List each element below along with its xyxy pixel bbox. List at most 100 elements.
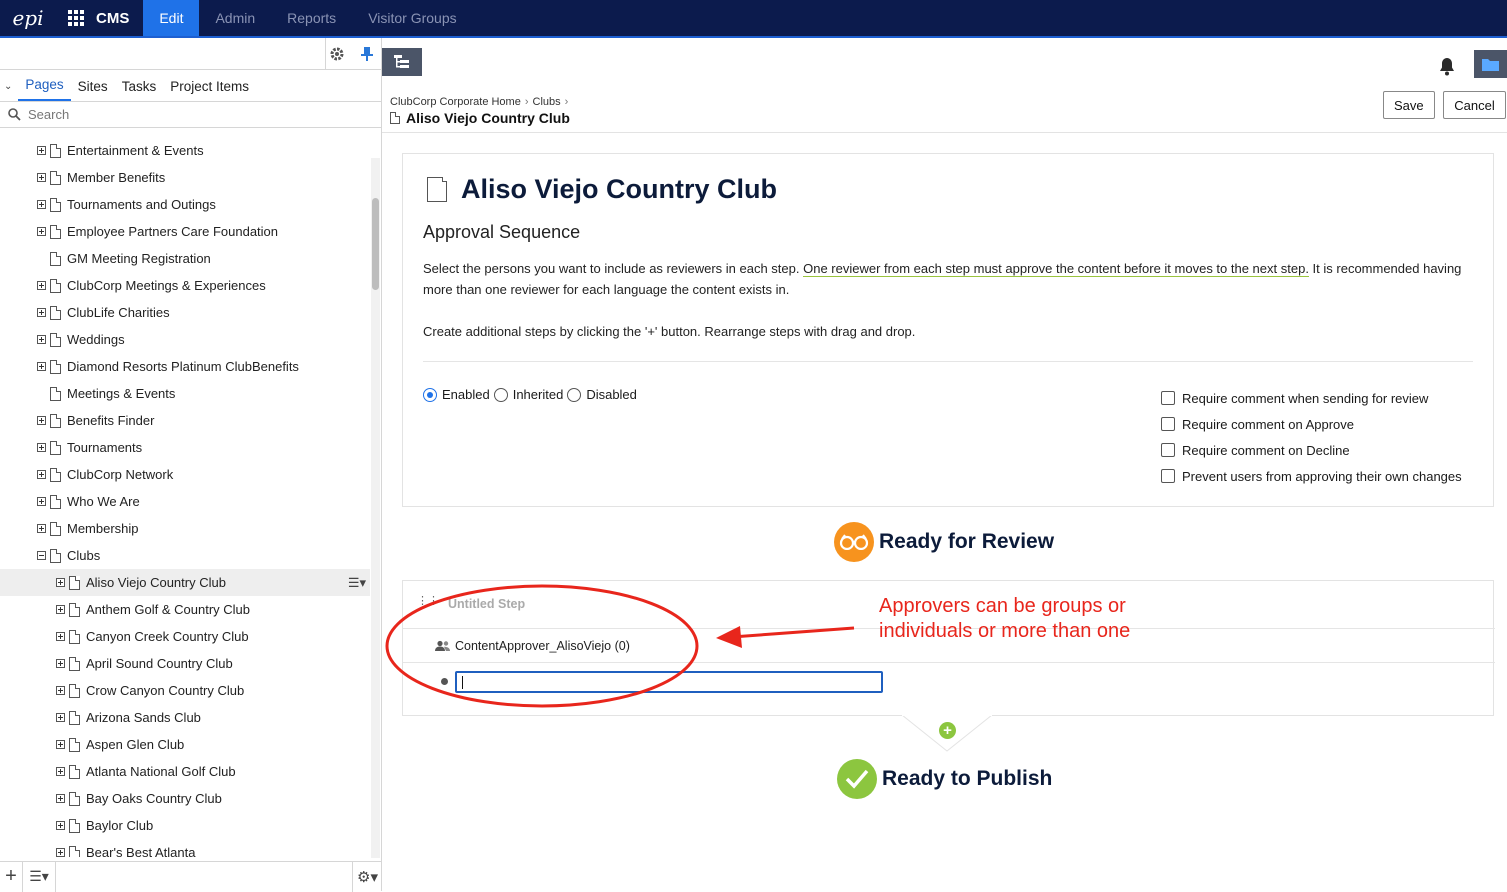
expand-icon[interactable] — [56, 632, 65, 641]
radio-enabled-label: Enabled — [442, 387, 490, 402]
nav-tab-admin[interactable]: Admin — [199, 0, 271, 36]
expand-icon[interactable] — [56, 767, 65, 776]
tree-node[interactable]: Entertainment & Events — [37, 137, 204, 164]
tree-node[interactable]: GM Meeting Registration — [37, 245, 211, 272]
add-step-plus-icon[interactable]: + — [939, 722, 956, 739]
checkbox-comment-decline[interactable] — [1161, 443, 1175, 457]
tree-node-label: Diamond Resorts Platinum ClubBenefits — [67, 359, 299, 374]
tree-node[interactable]: Baylor Club — [56, 812, 153, 839]
expand-icon[interactable] — [37, 227, 46, 236]
bell-icon[interactable] — [1437, 56, 1457, 79]
tree-node[interactable]: Benefits Finder — [37, 407, 154, 434]
tree-node[interactable]: Bay Oaks Country Club — [56, 785, 222, 812]
page-icon — [50, 494, 61, 509]
tree-node[interactable]: April Sound Country Club — [56, 650, 233, 677]
tree-node[interactable]: Tournaments and Outings — [37, 191, 216, 218]
tree-node[interactable]: ClubLife Charities — [37, 299, 170, 326]
tree-node[interactable]: Employee Partners Care Foundation — [37, 218, 278, 245]
search-box[interactable]: Search — [0, 102, 381, 128]
assets-pane-toggle-button[interactable] — [1474, 50, 1507, 78]
expand-icon[interactable] — [37, 200, 46, 209]
tree-node[interactable]: Member Benefits — [37, 164, 165, 191]
tree-node[interactable]: Arizona Sands Club — [56, 704, 201, 731]
radio-enabled[interactable] — [423, 387, 437, 402]
approval-sequence-card: Aliso Viejo Country Club Approval Sequen… — [402, 153, 1494, 507]
tab-sites[interactable]: Sites — [71, 79, 115, 101]
checkbox-comment-review[interactable] — [1161, 391, 1175, 405]
search-input[interactable]: Search — [28, 107, 69, 122]
tree-node[interactable]: Tournaments — [37, 434, 142, 461]
breadcrumb-item-clubs[interactable]: Clubs — [533, 96, 561, 108]
nav-tab-edit[interactable]: Edit — [143, 0, 200, 36]
page-tree: Entertainment & Events Member Benefits Tou… — [0, 137, 370, 857]
tree-scrollbar[interactable] — [371, 158, 380, 858]
add-icon[interactable]: + — [0, 865, 22, 888]
expand-icon[interactable] — [37, 416, 46, 425]
expand-icon[interactable] — [37, 146, 46, 155]
page-icon — [50, 440, 61, 455]
checkmark-icon — [837, 759, 877, 799]
comment-options: Require comment when sending for review … — [1161, 385, 1462, 489]
expand-icon[interactable] — [37, 443, 46, 452]
tree-view-toggle-button[interactable] — [382, 48, 422, 76]
expand-icon[interactable] — [37, 308, 46, 317]
nav-tab-visitor-groups[interactable]: Visitor Groups — [352, 0, 472, 36]
tree-node[interactable]: ClubCorp Meetings & Experiences — [37, 272, 266, 299]
tab-tasks[interactable]: Tasks — [115, 79, 164, 101]
epi-logo[interactable]: epi — [0, 0, 56, 36]
expand-icon[interactable] — [56, 578, 65, 587]
checkbox-comment-approve[interactable] — [1161, 417, 1175, 431]
settings-gear-icon[interactable]: ⚙▾ — [352, 861, 382, 892]
tree-node[interactable]: Diamond Resorts Platinum ClubBenefits — [37, 353, 299, 380]
ready-to-publish-label: Ready to Publish — [882, 767, 1053, 790]
tree-node[interactable]: Crow Canyon Country Club — [56, 677, 244, 704]
cancel-button[interactable]: Cancel — [1443, 91, 1506, 119]
expand-icon[interactable] — [56, 713, 65, 722]
pane-toolbar — [0, 38, 381, 70]
collapse-chevron-icon[interactable]: ⌄ — [4, 81, 12, 92]
expand-icon[interactable] — [37, 173, 46, 182]
expand-icon[interactable] — [56, 659, 65, 668]
expand-icon[interactable] — [37, 362, 46, 371]
expand-icon[interactable] — [37, 335, 46, 344]
tree-node[interactable]: Who We Are — [37, 488, 140, 515]
tree-node[interactable]: Bear's Best Atlanta — [56, 839, 195, 857]
tree-node[interactable]: Weddings — [37, 326, 125, 353]
checkbox-prevent-self-approve[interactable] — [1161, 469, 1175, 483]
tree-node[interactable]: Membership — [37, 515, 139, 542]
expand-icon[interactable] — [56, 848, 65, 857]
expand-icon[interactable] — [37, 470, 46, 479]
list-menu-icon[interactable]: ☰▾ — [22, 861, 56, 892]
expand-icon[interactable] — [37, 497, 46, 506]
nav-tab-reports[interactable]: Reports — [271, 0, 352, 36]
page-icon — [69, 818, 80, 833]
gear-icon[interactable] — [329, 46, 345, 65]
tree-node[interactable]: Aspen Glen Club — [56, 731, 184, 758]
breadcrumb-item-home[interactable]: ClubCorp Corporate Home — [390, 96, 521, 108]
tree-node[interactable]: Aliso Viejo Country Club ☰▾ — [0, 569, 370, 596]
expand-icon[interactable] — [37, 524, 46, 533]
tab-pages[interactable]: Pages — [18, 77, 71, 101]
tree-node[interactable]: Meetings & Events — [37, 380, 175, 407]
page-icon — [69, 737, 80, 752]
scrollbar-thumb[interactable] — [372, 198, 379, 290]
tree-node[interactable]: Anthem Golf & Country Club — [56, 596, 250, 623]
radio-inherited[interactable] — [493, 387, 508, 402]
pin-icon[interactable] — [360, 46, 374, 65]
expand-icon[interactable] — [56, 686, 65, 695]
save-button[interactable]: Save — [1383, 91, 1435, 119]
expand-icon[interactable] — [56, 605, 65, 614]
expand-icon[interactable] — [56, 740, 65, 749]
collapse-icon[interactable] — [37, 551, 46, 560]
expand-icon[interactable] — [56, 794, 65, 803]
tree-node[interactable]: Canyon Creek Country Club — [56, 623, 249, 650]
expand-icon[interactable] — [56, 821, 65, 830]
context-menu-icon[interactable]: ☰▾ — [348, 575, 366, 591]
radio-disabled[interactable] — [567, 387, 582, 402]
apps-grid-icon[interactable] — [56, 0, 96, 36]
tree-node[interactable]: Atlanta National Golf Club — [56, 758, 236, 785]
expand-icon[interactable] — [37, 281, 46, 290]
tree-node[interactable]: Clubs — [37, 542, 100, 569]
tree-node[interactable]: ClubCorp Network — [37, 461, 173, 488]
tab-project-items[interactable]: Project Items — [163, 79, 256, 101]
